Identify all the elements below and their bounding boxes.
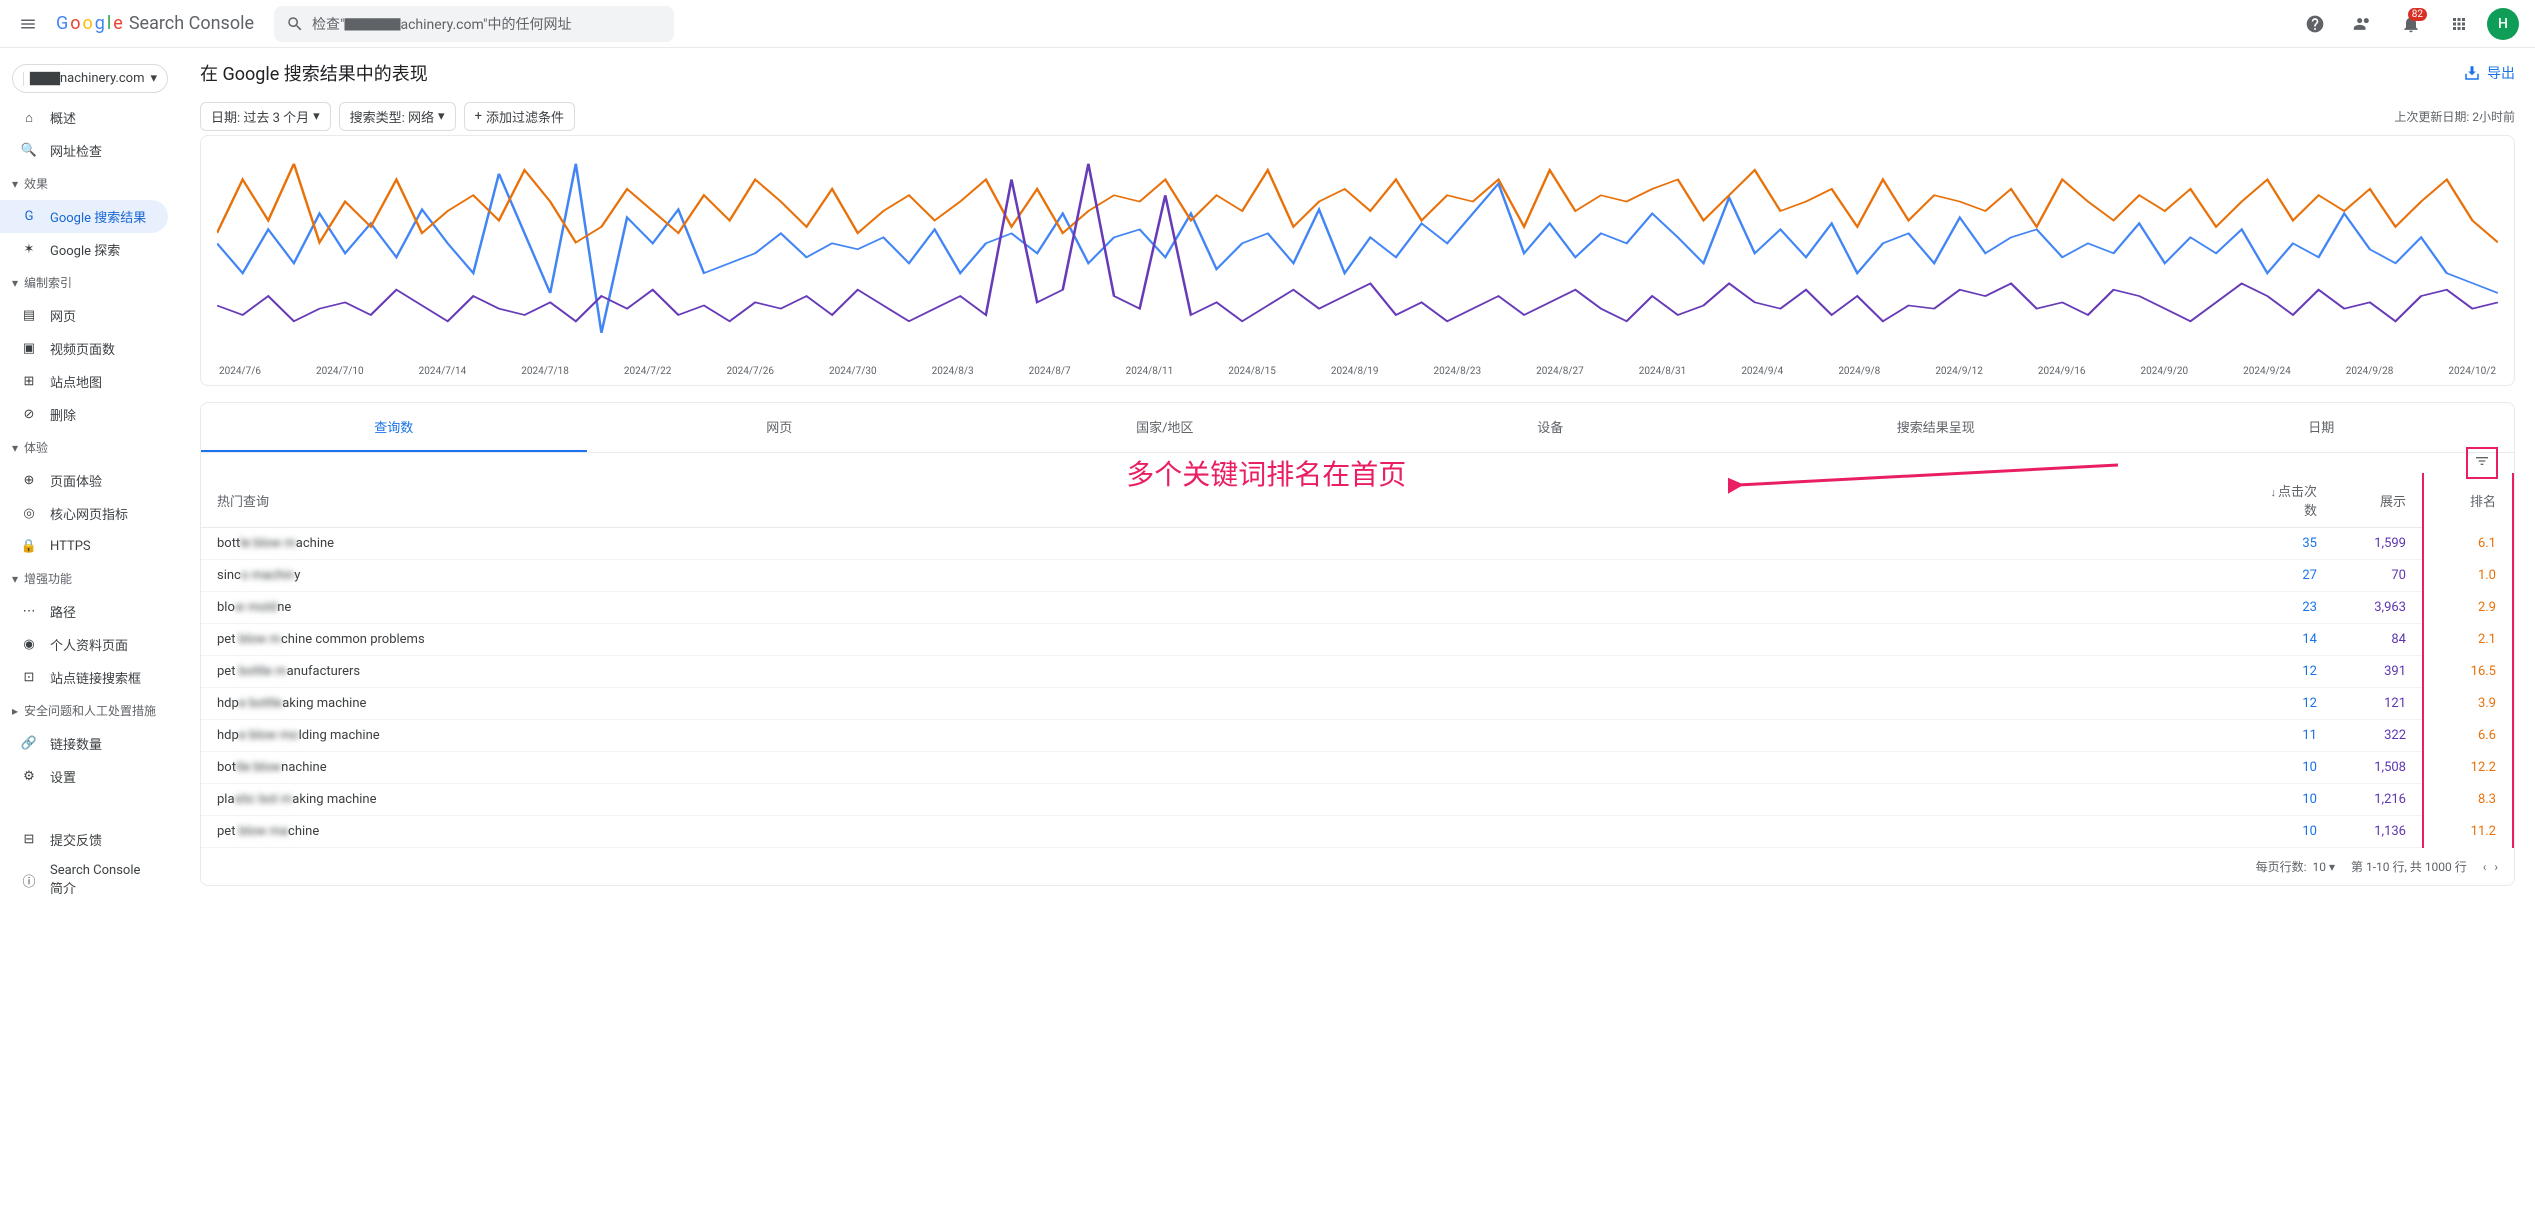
filter-search-type[interactable]: 搜索类型: 网络▾ [339,102,456,131]
sidebar-item[interactable]: ⊞站点地图 [0,365,168,398]
sidebar-item[interactable]: ▣视频页面数 [0,332,168,365]
table-row[interactable]: bottle blow machine351,5996.1 [201,528,2513,560]
col-clicks[interactable]: ↓点击次数 [2243,473,2333,528]
next-page-icon[interactable]: › [2494,860,2498,874]
queries-table-card: 查询数网页国家/地区设备搜索结果呈现日期 多个关键词排名在首页 热门查询 ↓点击… [200,402,2515,886]
table-row[interactable]: sinco machiny27701.0 [201,560,2513,592]
tab[interactable]: 搜索结果呈现 [1743,403,2129,452]
section-performance[interactable]: ▾效果 [0,167,180,200]
sidebar-item[interactable]: ⓘSearch Console 简介 [0,856,168,904]
chart-x-axis: 2024/7/62024/7/102024/7/142024/7/182024/… [217,362,2498,377]
section-enhance[interactable]: ▾增强功能 [0,562,180,595]
sidebar-item[interactable]: ⚙设置 [0,760,168,793]
people-icon[interactable] [2343,4,2383,44]
prev-page-icon[interactable]: ‹ [2483,860,2487,874]
table-row[interactable]: bottle blownachine101,50812.2 [201,752,2513,784]
property-selector[interactable]: ▇▇▇nachinery.com ▾ [12,64,168,93]
table-row[interactable]: pet bottle manufacturers1239116.5 [201,656,2513,688]
search-placeholder: 检查"▇▇▇▇achinery.com"中的任何网址 [312,14,572,34]
help-icon[interactable] [2295,4,2335,44]
col-position[interactable]: 排名 [2423,473,2513,528]
filter-date[interactable]: 日期: 过去 3 个月▾ [200,102,331,131]
col-query[interactable]: 热门查询 [201,473,2243,528]
table-row[interactable]: blow moldne233,9632.9 [201,592,2513,624]
apps-icon[interactable] [2439,4,2479,44]
sidebar-item[interactable]: 🔍网址检查 [0,134,168,167]
avatar[interactable]: H [2487,8,2519,40]
sidebar-item[interactable]: 🔒HTTPS [0,530,168,562]
sidebar-item[interactable]: ⊡站点链接搜索框 [0,661,168,694]
menu-icon[interactable] [8,4,48,44]
section-experience[interactable]: ▾体验 [0,431,180,464]
property-name: ▇▇▇nachinery.com [30,71,144,86]
search-input[interactable]: 检查"▇▇▇▇achinery.com"中的任何网址 [274,6,674,42]
notification-badge: 82 [2408,8,2427,21]
section-security[interactable]: ▸安全问题和人工处置措施 [0,694,180,727]
sidebar-item[interactable]: ▤网页 [0,299,168,332]
app-header: Google Search Console 检查"▇▇▇▇achinery.co… [0,0,2535,48]
sidebar: ▇▇▇nachinery.com ▾ ⌂概述🔍网址检查 ▾效果 GGoogle … [0,48,180,914]
page-title: 在 Google 搜索结果中的表现 [200,60,428,86]
tab[interactable]: 查询数 [201,403,587,452]
download-icon [2463,64,2481,82]
sidebar-item[interactable]: ⊘删除 [0,398,168,431]
notifications-icon[interactable]: 82 [2391,4,2431,44]
search-icon [286,15,304,33]
table-row[interactable]: hdpe bottleaking machine121213.9 [201,688,2513,720]
last-update: 上次更新日期: 2小时前 [2394,108,2515,125]
dimension-tabs: 查询数网页国家/地区设备搜索结果呈现日期 [201,403,2514,453]
main-content: 在 Google 搜索结果中的表现 导出 日期: 过去 3 个月▾ 搜索类型: … [180,48,2535,914]
export-button[interactable]: 导出 [2463,63,2515,83]
line-chart [217,148,2498,358]
pagination: 每页行数: 10 ▾ 第 1-10 行, 共 1000 行 ‹ › [201,848,2514,885]
col-impressions[interactable]: 展示 [2333,473,2423,528]
table-row[interactable]: plastic bot making machine101,2168.3 [201,784,2513,816]
sidebar-item[interactable]: ✶Google 探索 [0,233,168,266]
sidebar-item[interactable]: ⊕页面体验 [0,464,168,497]
tab[interactable]: 网页 [587,403,973,452]
table-row[interactable]: hdpe blow molding machine113226.6 [201,720,2513,752]
performance-chart-card: 2024/7/62024/7/102024/7/142024/7/182024/… [200,135,2515,386]
sidebar-item[interactable]: ⌂概述 [0,101,168,134]
rows-per-page-select[interactable]: 10 ▾ [2313,860,2336,874]
page-info: 第 1-10 行, 共 1000 行 [2351,858,2467,875]
tab[interactable]: 国家/地区 [972,403,1358,452]
table-row[interactable]: pet blow machine101,13611.2 [201,816,2513,848]
section-index[interactable]: ▾编制索引 [0,266,180,299]
queries-table: 热门查询 ↓点击次数 展示 排名 bottle blow machine351,… [201,473,2514,848]
sidebar-item[interactable]: GGoogle 搜索结果 [0,200,168,233]
filter-icon[interactable] [2466,447,2498,479]
table-row[interactable]: pet blow mchine common problems14842.1 [201,624,2513,656]
tab[interactable]: 设备 [1358,403,1744,452]
tab[interactable]: 日期 [2129,403,2515,452]
rows-per-page-label: 每页行数: [2256,858,2307,875]
logo: Google Search Console [56,13,254,34]
sidebar-item[interactable]: ◎核心网页指标 [0,497,168,530]
sidebar-item[interactable]: 🔗链接数量 [0,727,168,760]
filter-add[interactable]: +添加过滤条件 [464,102,575,131]
sidebar-item[interactable]: ⊟提交反馈 [0,823,168,856]
sidebar-item[interactable]: ⋯路径 [0,595,168,628]
sidebar-item[interactable]: ◉个人资料页面 [0,628,168,661]
